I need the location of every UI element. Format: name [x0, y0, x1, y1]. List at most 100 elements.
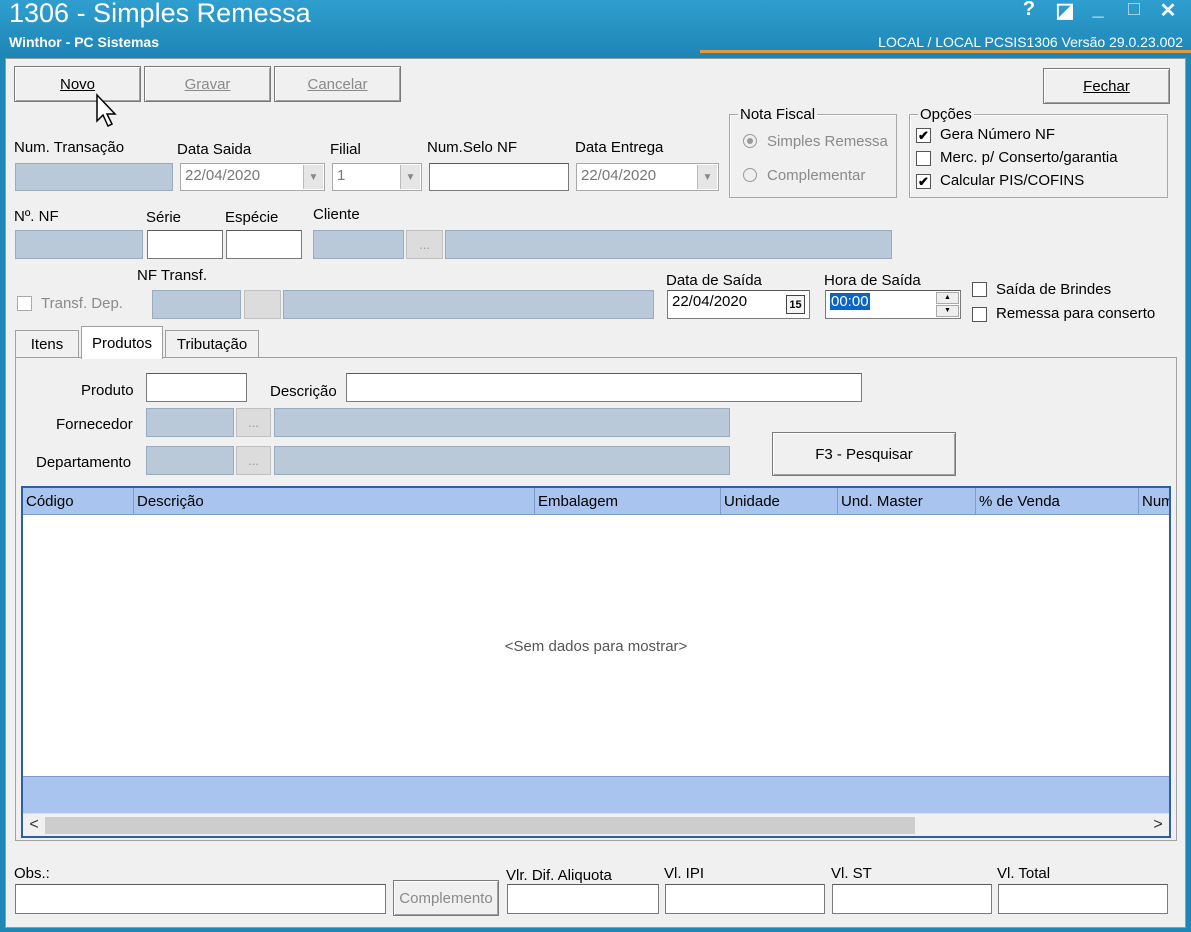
data-entrega-combo[interactable]: 22/04/2020 ▼: [576, 163, 719, 191]
merc-conserto-checkbox[interactable]: [916, 151, 931, 166]
complementar-label: Complementar: [767, 167, 866, 184]
pesquisar-button[interactable]: F3 - Pesquisar: [772, 432, 956, 476]
chevron-down-icon[interactable]: ▼: [303, 165, 323, 189]
vlr-dif-aliquota-field[interactable]: [507, 884, 659, 914]
grid-footer: [23, 776, 1169, 813]
minimize-icon[interactable]: _: [1085, 0, 1111, 21]
vl-st-label: Vl. ST: [831, 865, 872, 882]
gravar-button[interactable]: Gravar: [144, 66, 271, 102]
cliente-label: Cliente: [313, 206, 360, 223]
num-selo-field[interactable]: [429, 163, 569, 191]
descricao-label: Descrição: [270, 383, 337, 400]
calcular-pis-label: Calcular PIS/COFINS: [940, 172, 1085, 189]
transf-dep-label: Transf. Dep.: [41, 295, 123, 312]
tab-produtos-label: Produtos: [91, 334, 153, 352]
vl-total-field[interactable]: [998, 884, 1168, 914]
column-codigo[interactable]: Código: [23, 488, 77, 514]
tab-tributacao[interactable]: Tributação: [165, 330, 259, 358]
cancelar-button[interactable]: Cancelar: [274, 66, 401, 102]
num-nf-label: Nº. NF: [14, 208, 59, 225]
departamento-code-field[interactable]: [146, 446, 234, 475]
scroll-left-icon[interactable]: <: [25, 817, 43, 834]
obs-label: Obs.:: [14, 865, 50, 882]
nf-transf-name-field[interactable]: [283, 290, 654, 319]
nota-fiscal-group: [729, 114, 897, 198]
nf-transf-field[interactable]: [152, 290, 241, 319]
calcular-pis-checkbox[interactable]: ✔: [916, 174, 931, 189]
cliente-lookup-button[interactable]: ...: [406, 230, 443, 259]
close-icon[interactable]: ✕: [1155, 0, 1181, 23]
fornecedor-code-field[interactable]: [146, 408, 234, 437]
novo-button[interactable]: Novo: [14, 66, 141, 102]
vl-st-field[interactable]: [832, 884, 992, 914]
column-embalagem[interactable]: Embalagem: [534, 488, 621, 514]
data-saida-combo[interactable]: 22/04/2020 ▼: [180, 163, 325, 191]
cancelar-label: Cancelar: [307, 75, 368, 93]
vlr-dif-aliquota-label: Vlr. Dif. Aliquota: [506, 867, 612, 884]
produto-field[interactable]: [146, 373, 247, 402]
help-icon[interactable]: ?: [1016, 0, 1042, 21]
departamento-label: Departamento: [36, 454, 132, 471]
nf-transf-label: NF Transf.: [137, 267, 208, 284]
departamento-lookup-button[interactable]: ...: [236, 446, 271, 475]
hora-de-saida-label: Hora de Saída: [824, 272, 921, 289]
serie-field[interactable]: [147, 230, 223, 259]
obs-field[interactable]: [15, 884, 386, 914]
spin-down-icon[interactable]: ▼: [936, 305, 959, 317]
num-nf-field[interactable]: [15, 230, 143, 259]
data-saida-value: 22/04/2020: [185, 167, 261, 184]
horizontal-scrollbar[interactable]: < >: [23, 813, 1169, 836]
restore-icon[interactable]: ◪: [1052, 0, 1078, 23]
cliente-code-field[interactable]: [313, 230, 404, 259]
grid-header: Código Descrição Embalagem Unidade Und. …: [23, 488, 1169, 515]
serie-label: Série: [146, 209, 182, 226]
products-grid[interactable]: Código Descrição Embalagem Unidade Und. …: [21, 486, 1171, 838]
simples-remessa-label: Simples Remessa: [767, 133, 888, 150]
gera-numero-label: Gera Número NF: [940, 126, 1056, 143]
column-und-master[interactable]: Und. Master: [837, 488, 926, 514]
saida-brindes-label: Saída de Brindes: [996, 281, 1112, 298]
window-title: 1306 - Simples Remessa: [9, 0, 311, 28]
column-unidade[interactable]: Unidade: [720, 488, 783, 514]
complementar-radio[interactable]: [743, 168, 757, 182]
chevron-down-icon[interactable]: ▼: [697, 165, 717, 189]
vl-ipi-label: Vl. IPI: [664, 865, 705, 882]
complemento-button[interactable]: Complemento: [393, 880, 499, 916]
fornecedor-label: Fornecedor: [56, 416, 133, 433]
company-name: Winthor - PC Sistemas: [9, 34, 160, 50]
nota-fiscal-label: Nota Fiscal: [738, 106, 818, 123]
fornecedor-lookup-button[interactable]: ...: [236, 408, 271, 437]
empty-message: <Sem dados para mostrar>: [504, 638, 688, 655]
tab-produtos[interactable]: Produtos: [81, 326, 163, 359]
data-de-saida-value: 22/04/2020: [672, 293, 748, 310]
num-transacao-field[interactable]: [15, 163, 173, 191]
mouse-cursor-icon: [96, 93, 117, 128]
scroll-thumb[interactable]: [45, 817, 915, 834]
calendar-icon[interactable]: 15: [786, 295, 805, 314]
gera-numero-checkbox[interactable]: ✔: [916, 128, 931, 143]
filial-combo[interactable]: 1 ▼: [332, 163, 422, 191]
spin-up-icon[interactable]: ▲: [936, 292, 959, 304]
fechar-button[interactable]: Fechar: [1043, 68, 1170, 104]
column-descricao[interactable]: Descrição: [133, 488, 207, 514]
cliente-name-field[interactable]: [445, 230, 892, 259]
descricao-field[interactable]: [346, 373, 862, 402]
departamento-name-field[interactable]: [274, 446, 730, 475]
simples-remessa-radio[interactable]: [743, 134, 757, 148]
fornecedor-name-field[interactable]: [274, 408, 730, 437]
nf-transf-lookup-button[interactable]: [244, 290, 281, 319]
transf-dep-checkbox[interactable]: [17, 296, 32, 311]
fechar-label: Fechar: [1083, 77, 1130, 95]
column-perc-venda[interactable]: % de Venda: [975, 488, 1063, 514]
chevron-down-icon[interactable]: ▼: [400, 165, 420, 189]
pesquisar-label: F3 - Pesquisar: [815, 445, 913, 463]
scroll-right-icon[interactable]: >: [1149, 817, 1167, 834]
especie-field[interactable]: [226, 230, 302, 259]
maximize-icon[interactable]: □: [1121, 0, 1147, 21]
vl-ipi-field[interactable]: [665, 884, 825, 914]
saida-brindes-checkbox[interactable]: [972, 282, 987, 297]
remessa-conserto-checkbox[interactable]: [972, 307, 987, 322]
novo-label: Novo: [59, 75, 96, 93]
tab-itens[interactable]: Itens: [15, 330, 79, 358]
column-num[interactable]: Num: [1138, 488, 1169, 514]
